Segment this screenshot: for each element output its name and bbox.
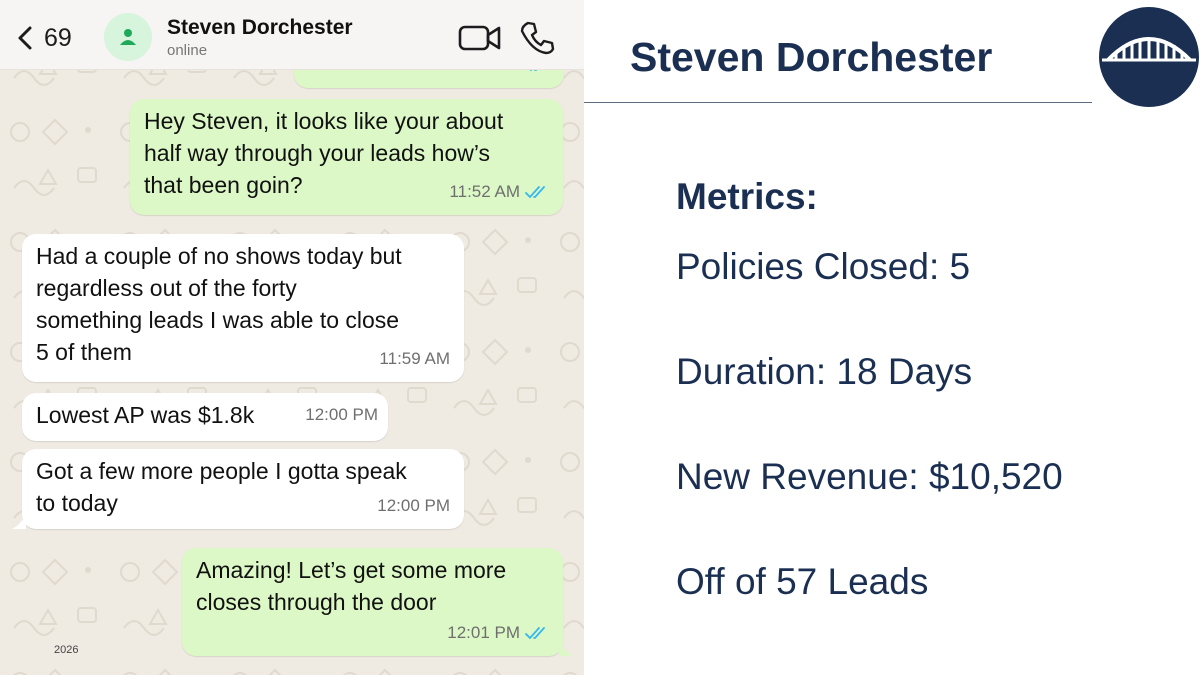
bubble-tail bbox=[12, 515, 26, 529]
timestamp: 11:52 AM bbox=[449, 182, 520, 201]
chat-screenshot: 69 Steven Dorchester online Gimme 5 11:3… bbox=[0, 0, 584, 675]
chat-header: 69 Steven Dorchester online bbox=[0, 0, 584, 70]
watermark-year: 2026 bbox=[54, 644, 79, 656]
video-camera-icon[interactable] bbox=[458, 22, 502, 54]
bridge-logo bbox=[1099, 7, 1199, 107]
message-bubble-incoming[interactable]: Got a few more people I gotta speak to t… bbox=[12, 449, 464, 529]
metric-leads: Off of 57 Leads bbox=[676, 561, 929, 602]
message-time: 11:59 AM bbox=[379, 343, 450, 375]
back-button[interactable]: 69 bbox=[14, 20, 98, 56]
person-icon bbox=[120, 29, 136, 45]
message-time: 12:00 PM bbox=[377, 490, 450, 522]
bubble-tail bbox=[559, 642, 573, 656]
message-time: 12:01 PM bbox=[447, 617, 549, 649]
metric-new-revenue: New Revenue: $10,520 bbox=[676, 456, 1063, 497]
contact-name[interactable]: Steven Dorchester bbox=[167, 16, 353, 40]
chevron-left-icon bbox=[18, 26, 32, 50]
timestamp: 12:00 PM bbox=[305, 405, 378, 424]
slide-title: Steven Dorchester bbox=[630, 34, 993, 80]
metric-duration: Duration: 18 Days bbox=[676, 351, 973, 392]
message-bubble-outgoing[interactable]: Hey Steven, it looks like your about hal… bbox=[130, 99, 563, 215]
timestamp: 12:00 PM bbox=[377, 496, 450, 515]
message-bubble-outgoing[interactable]: Amazing! Let’s get some more closes thro… bbox=[182, 548, 573, 656]
message-time: 11:52 AM bbox=[449, 176, 549, 208]
metric-policies-closed: Policies Closed: 5 bbox=[676, 246, 971, 287]
message-bubble-incoming[interactable]: Had a couple of no shows today but regar… bbox=[22, 234, 464, 382]
message-bubble-incoming[interactable]: Lowest AP was $1.8k 12:00 PM bbox=[22, 393, 388, 441]
message-time: 12:00 PM bbox=[305, 399, 378, 431]
message-text: Amazing! Let’s get some more closes thro… bbox=[196, 557, 507, 615]
phone-icon[interactable] bbox=[519, 20, 555, 56]
title-divider bbox=[584, 102, 1092, 103]
timestamp: 11:59 AM bbox=[379, 349, 450, 368]
double-check-icon bbox=[525, 186, 545, 199]
metrics-heading: Metrics: bbox=[676, 176, 818, 217]
double-check-icon bbox=[525, 627, 545, 640]
unread-count: 69 bbox=[44, 23, 72, 52]
timestamp: 12:01 PM bbox=[447, 623, 520, 642]
contact-status: online bbox=[167, 42, 208, 59]
avatar[interactable] bbox=[104, 13, 152, 61]
